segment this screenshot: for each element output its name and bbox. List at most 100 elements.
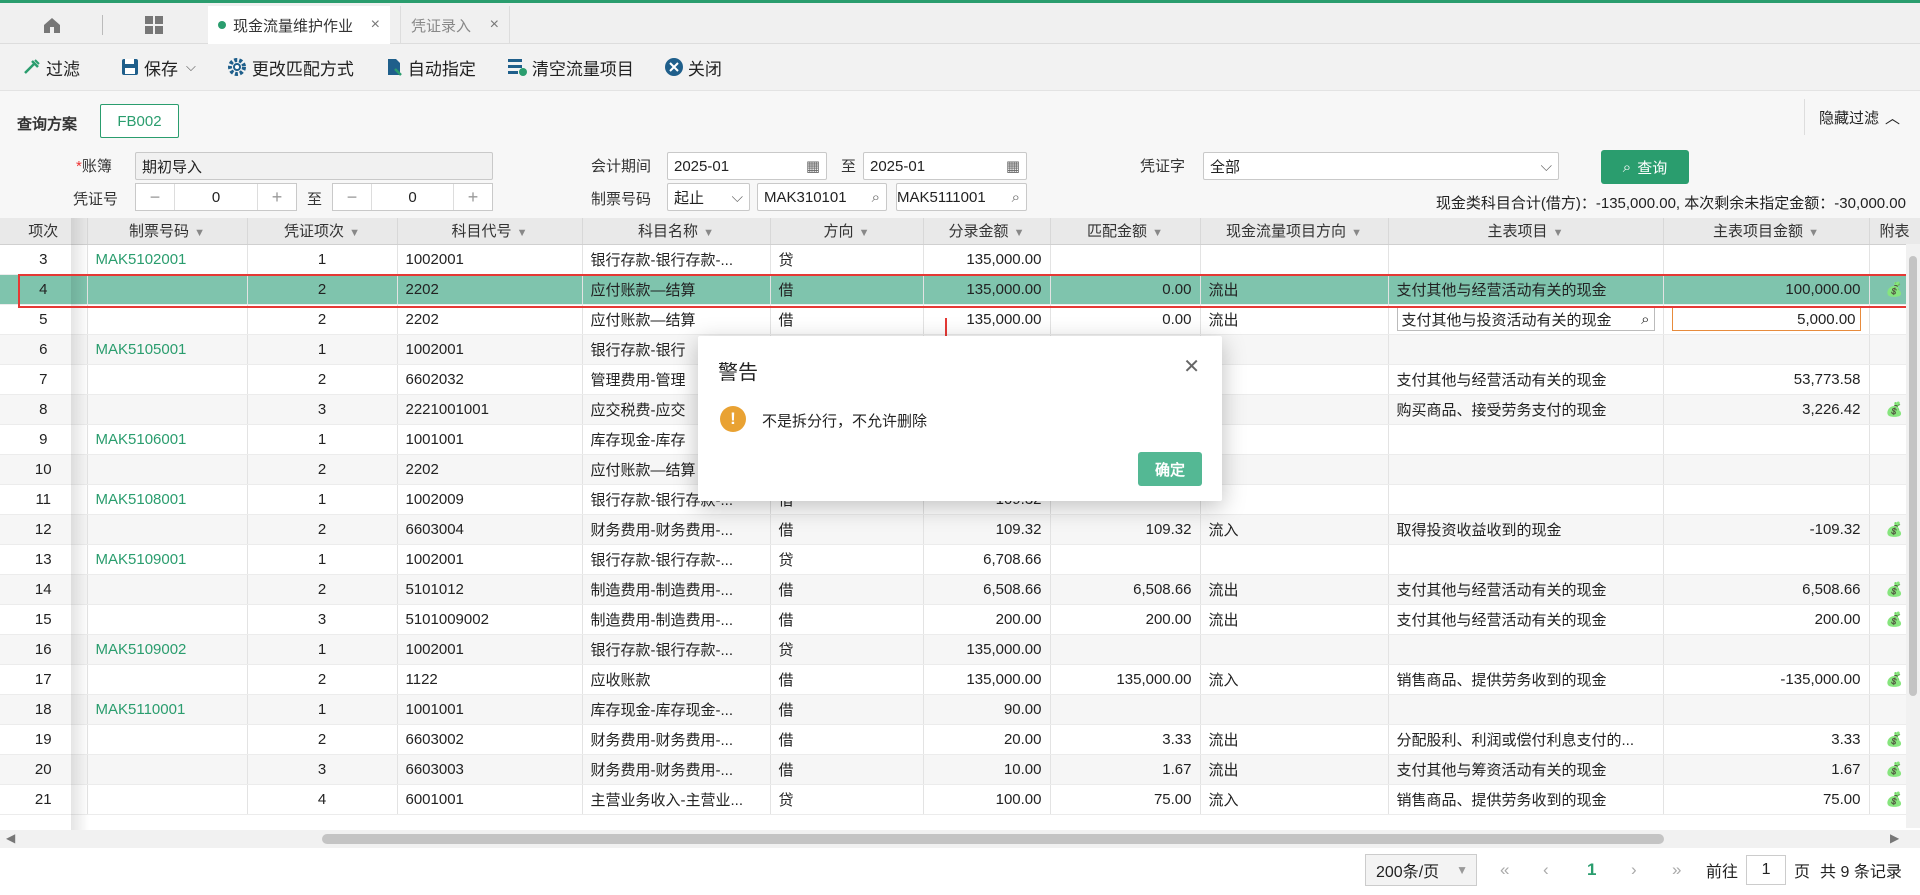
tab-voucher-entry[interactable]: 凭证录入 × bbox=[400, 6, 510, 44]
column-filter-icon[interactable]: ▼ bbox=[1808, 227, 1819, 239]
horizontal-scroll-thumb[interactable] bbox=[322, 834, 1664, 844]
cell-seq[interactable]: 3 bbox=[247, 394, 398, 425]
cell-itemamt[interactable] bbox=[1663, 334, 1870, 365]
cell-cfdir[interactable]: 流入 bbox=[1200, 514, 1389, 545]
voucher-from-stepper[interactable]: − 0 + bbox=[135, 183, 297, 211]
cell-item[interactable] bbox=[1388, 544, 1664, 575]
table-row[interactable]: 14 2 5101012 制造费用-制造费用-... 借 6,508.66 6,508.66… bbox=[0, 574, 1920, 605]
save-button[interactable]: 保存 ⌵ bbox=[120, 55, 196, 80]
cell-itemamt[interactable]: 5,000.00 bbox=[1663, 304, 1870, 335]
home-icon[interactable] bbox=[32, 9, 72, 41]
cell-idx[interactable]: 10 bbox=[0, 454, 88, 485]
close-tab-icon[interactable]: × bbox=[490, 16, 499, 34]
page-size-select[interactable]: 200条/页 ▼ bbox=[1365, 854, 1477, 886]
vertical-scroll-thumb[interactable] bbox=[1909, 256, 1917, 696]
cell-item[interactable] bbox=[1388, 634, 1664, 665]
cell-code[interactable]: 2202 bbox=[397, 274, 583, 305]
cell-dir[interactable]: 贷 bbox=[770, 784, 924, 815]
cell-idx[interactable]: 7 bbox=[0, 364, 88, 395]
cell-name[interactable]: 银行存款-银行存款-... bbox=[582, 544, 771, 575]
cell-dir[interactable]: 借 bbox=[770, 604, 924, 635]
cell-dir[interactable]: 借 bbox=[770, 274, 924, 305]
money-bag-icon[interactable]: 💰 bbox=[1886, 611, 1903, 627]
cell-ticket[interactable]: MAK5108001 bbox=[87, 484, 248, 515]
cell-amt[interactable]: 135,000.00 bbox=[923, 664, 1051, 695]
cell-item[interactable]: 销售商品、提供劳务收到的现金 bbox=[1388, 664, 1664, 695]
table-row[interactable]: 4 2 2202 应付账款—结算 借 135,000.00 0.00 流出 支付其他与经营活动有… bbox=[0, 274, 1920, 305]
chevron-down-icon[interactable]: ⌵ bbox=[186, 59, 196, 75]
cell-dir[interactable]: 贷 bbox=[770, 244, 924, 275]
amount-edit-input[interactable]: 5,000.00 bbox=[1671, 307, 1861, 331]
cell-item[interactable]: 支付其他与筹资活动有关的现金 bbox=[1388, 754, 1664, 785]
cell-dir[interactable]: 贷 bbox=[770, 544, 924, 575]
cell-seq[interactable]: 1 bbox=[247, 484, 398, 515]
cell-match[interactable]: 1.67 bbox=[1050, 754, 1201, 785]
cell-seq[interactable]: 1 bbox=[247, 544, 398, 575]
cell-amt[interactable]: 90.00 bbox=[923, 694, 1051, 725]
cell-ticket[interactable]: MAK5102001 bbox=[87, 244, 248, 275]
cell-match[interactable]: 0.00 bbox=[1050, 304, 1201, 335]
cell-itemamt[interactable] bbox=[1663, 694, 1870, 725]
cell-item[interactable]: 支付其他与投资活动有关的现金 ⌕ bbox=[1388, 304, 1664, 335]
cell-seq[interactable]: 3 bbox=[247, 754, 398, 785]
cell-idx[interactable]: 6 bbox=[0, 334, 88, 365]
cell-code[interactable]: 5101009002 bbox=[397, 604, 583, 635]
cell-seq[interactable]: 2 bbox=[247, 574, 398, 605]
cell-name[interactable]: 制造费用-制造费用-... bbox=[582, 604, 771, 635]
cell-seq[interactable]: 2 bbox=[247, 724, 398, 755]
cell-name[interactable]: 银行存款-银行存款-... bbox=[582, 244, 771, 275]
table-row[interactable]: 12 2 6603004 财务费用-财务费用-... 借 109.32 109.32 流入 取得… bbox=[0, 514, 1920, 545]
cell-seq[interactable]: 1 bbox=[247, 634, 398, 665]
money-bag-icon[interactable]: 💰 bbox=[1886, 671, 1903, 687]
money-bag-icon[interactable]: 💰 bbox=[1886, 281, 1903, 297]
cell-amt[interactable]: 100.00 bbox=[923, 784, 1051, 815]
scheme-button[interactable]: FB002 bbox=[100, 104, 179, 138]
cell-itemamt[interactable] bbox=[1663, 484, 1870, 515]
cell-cfdir[interactable]: 流出 bbox=[1200, 724, 1389, 755]
cell-match[interactable] bbox=[1050, 244, 1201, 275]
period-from-input[interactable]: 2025-01 ▦ bbox=[667, 152, 827, 180]
cell-itemamt[interactable]: 53,773.58 bbox=[1663, 364, 1870, 395]
column-header[interactable]: 匹配金额 ▼ bbox=[1050, 218, 1201, 245]
cell-match[interactable]: 0.00 bbox=[1050, 274, 1201, 305]
cell-seq[interactable]: 2 bbox=[247, 274, 398, 305]
query-button[interactable]: ⌕ 查询 bbox=[1601, 150, 1689, 184]
cell-amt[interactable]: 135,000.00 bbox=[923, 274, 1051, 305]
money-bag-icon[interactable]: 💰 bbox=[1886, 791, 1903, 807]
clear-items-button[interactable]: 清空流量项目 bbox=[506, 55, 634, 80]
cell-seq[interactable]: 1 bbox=[247, 334, 398, 365]
column-filter-icon[interactable]: ▼ bbox=[194, 227, 205, 239]
column-header[interactable]: 分录金额 ▼ bbox=[923, 218, 1051, 245]
cell-ticket[interactable]: MAK5109002 bbox=[87, 634, 248, 665]
cell-amt[interactable]: 20.00 bbox=[923, 724, 1051, 755]
cell-cfdir[interactable] bbox=[1200, 634, 1389, 665]
book-input[interactable]: 期初导入 bbox=[135, 152, 493, 180]
cell-cfdir[interactable] bbox=[1200, 244, 1389, 275]
minus-icon[interactable]: − bbox=[333, 187, 371, 208]
cell-match[interactable] bbox=[1050, 544, 1201, 575]
minus-icon[interactable]: − bbox=[136, 187, 174, 208]
cell-dir[interactable]: 借 bbox=[770, 304, 924, 335]
cell-idx[interactable]: 11 bbox=[0, 484, 88, 515]
goto-input[interactable]: 1 bbox=[1746, 855, 1787, 885]
cell-ticket[interactable] bbox=[87, 784, 248, 815]
column-header[interactable]: 项次 bbox=[0, 218, 88, 245]
cell-idx[interactable]: 20 bbox=[0, 754, 88, 785]
horizontal-scrollbar[interactable]: ◀ ▶ bbox=[0, 830, 1920, 848]
tab-cashflow-maintenance[interactable]: 现金流量维护作业 × bbox=[208, 6, 390, 44]
cell-name[interactable]: 制造费用-制造费用-... bbox=[582, 574, 771, 605]
item-edit-input[interactable]: 支付其他与投资活动有关的现金 ⌕ bbox=[1396, 307, 1655, 331]
money-bag-icon[interactable]: 💰 bbox=[1886, 761, 1903, 777]
cell-item[interactable] bbox=[1388, 334, 1664, 365]
next-page-icon[interactable]: › bbox=[1631, 854, 1637, 886]
column-filter-icon[interactable]: ▼ bbox=[859, 227, 870, 239]
table-row[interactable]: 16 MAK5109002 1 1002001 银行存款-银行存款-... 贷 135,00… bbox=[0, 634, 1920, 665]
cell-ticket[interactable] bbox=[87, 574, 248, 605]
cell-code[interactable]: 2202 bbox=[397, 304, 583, 335]
cell-item[interactable]: 支付其他与经营活动有关的现金 bbox=[1388, 364, 1664, 395]
cell-seq[interactable]: 1 bbox=[247, 244, 398, 275]
table-row[interactable]: 19 2 6603002 财务费用-财务费用-... 借 20.00 3.33 流出 分配股利、… bbox=[0, 724, 1920, 755]
first-page-icon[interactable]: « bbox=[1500, 854, 1509, 886]
cell-code[interactable]: 1122 bbox=[397, 664, 583, 695]
column-header[interactable]: 主表项目金额 ▼ bbox=[1663, 218, 1870, 245]
